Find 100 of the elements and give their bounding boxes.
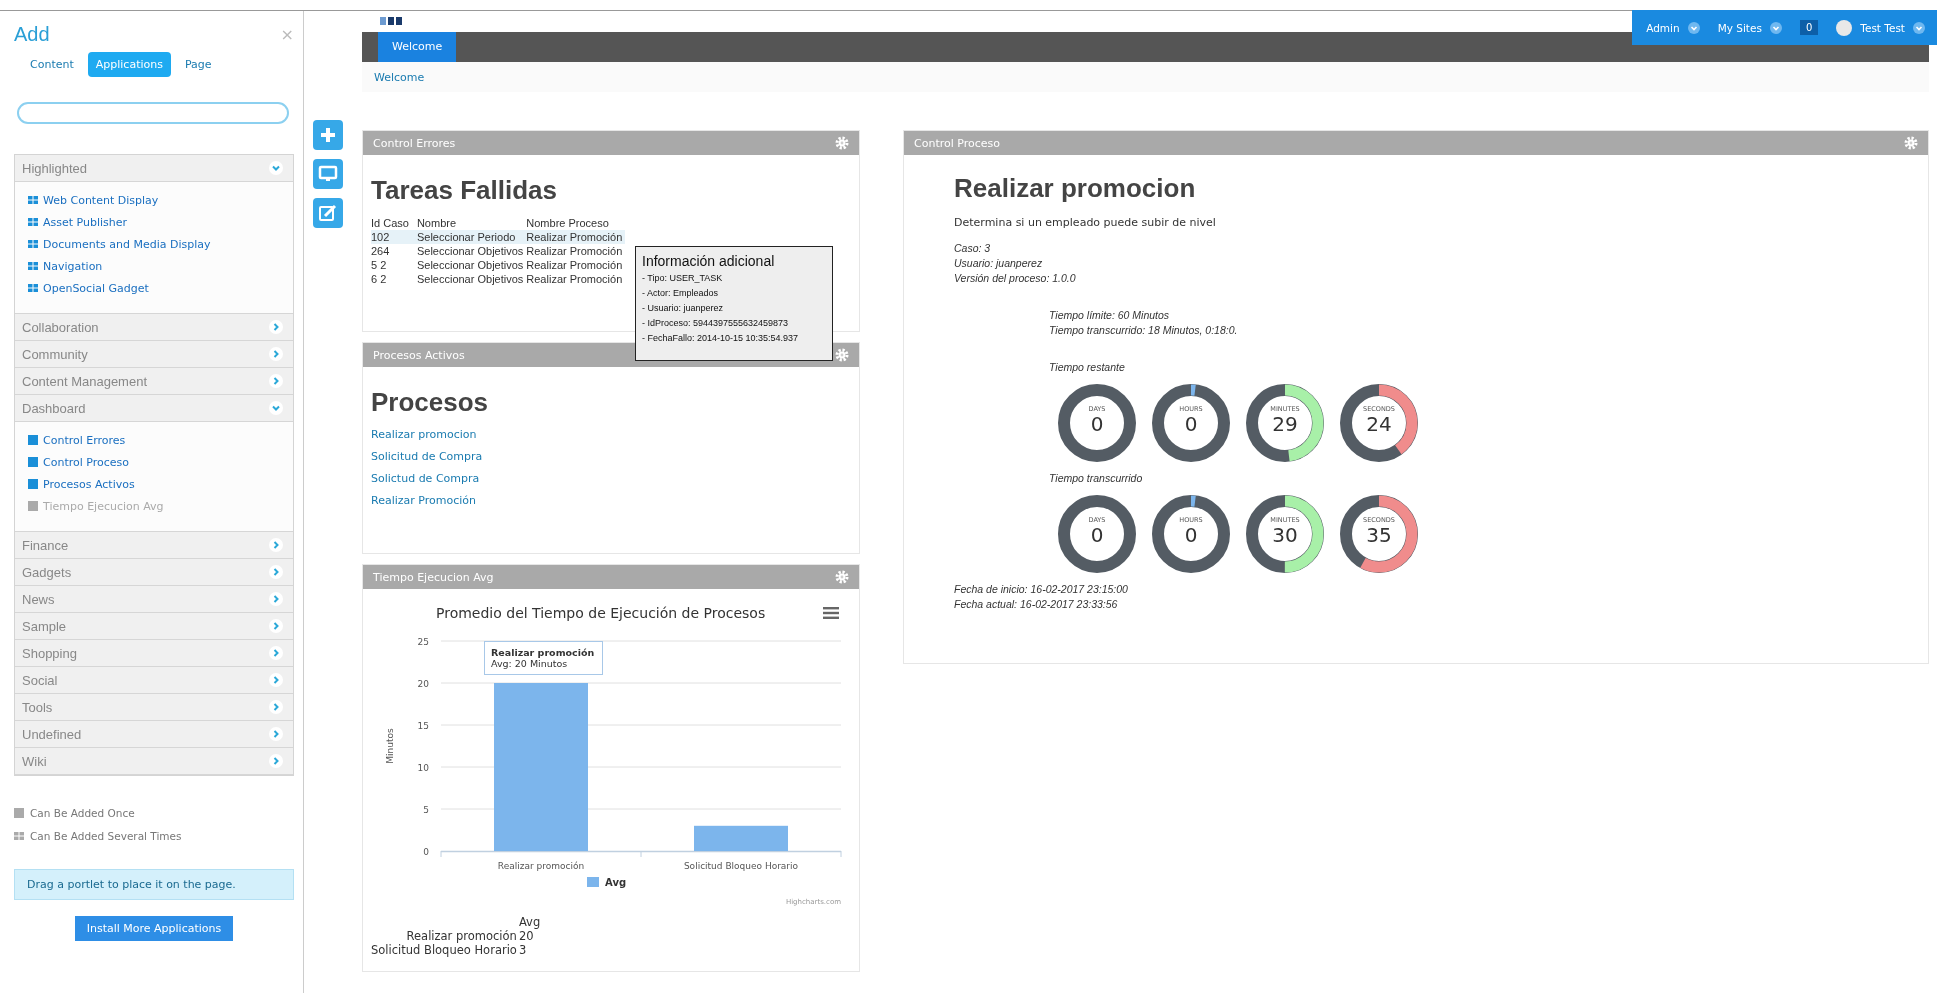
panel-title: Add [14, 23, 50, 46]
legend-label: Can Be Added Once [30, 806, 135, 819]
description-text: Determina si un empleado puede subir de nivel [954, 216, 1217, 229]
axis-category-label: Realizar promoción [497, 861, 585, 871]
menu-link[interactable]: My Sites [1717, 21, 1782, 34]
gear-icon [1904, 136, 1918, 150]
category-header[interactable]: Finance [15, 532, 293, 559]
gear-icon [835, 348, 849, 362]
application-link[interactable]: Navigation [43, 259, 103, 273]
portlet-title: Control Proceso [914, 136, 1000, 150]
table-row[interactable]: 5 2 Seleccionar Objetivos Realizar Promoción [371, 258, 626, 272]
grid-icon [14, 831, 24, 840]
application-link[interactable]: Web Content Display [43, 193, 159, 207]
category-label: Content Management [22, 373, 148, 389]
column-header: Nombre [416, 216, 527, 230]
date-line: Fecha de inicio: 16-02-2017 23:15:00 [954, 582, 1129, 597]
category-label: Shopping [22, 645, 77, 661]
portlet-title: Control Errores [373, 136, 456, 150]
category-header[interactable]: Collaboration [15, 314, 293, 341]
process-link[interactable]: Solicitud de Compra [371, 450, 483, 463]
tab[interactable]: Page [176, 52, 220, 77]
category-header[interactable]: Highlighted [15, 155, 293, 182]
column-header: Id Caso [371, 216, 417, 230]
axis-tick-label: 15 [417, 721, 429, 731]
menu-icon [823, 607, 839, 619]
axis-tick-label: 10 [417, 763, 429, 773]
tooltip-line: - IdProceso: 5944397555632459873 [642, 317, 790, 330]
application-link[interactable]: OpenSocial Gadget [43, 281, 149, 295]
avatar-icon [1836, 19, 1853, 36]
table-row[interactable]: 6 2 Seleccionar Objetivos Realizar Promoción [371, 272, 626, 286]
application-link[interactable]: Procesos Activos [43, 477, 135, 491]
category-label: News [22, 591, 55, 607]
menu-link[interactable]: Admin [1646, 21, 1700, 34]
install-button[interactable]: Install More Applications [74, 916, 234, 941]
category-label: Community [22, 346, 88, 362]
table-row[interactable]: 264 Seleccionar Objetivos Realizar Promoción [371, 244, 626, 258]
square-icon [28, 435, 38, 445]
monitor-button[interactable] [313, 159, 343, 189]
nav-tab[interactable]: Welcome [378, 32, 457, 62]
axis-tick-label: 5 [423, 805, 429, 815]
category-header[interactable]: Sample [15, 613, 293, 640]
grid-icon [28, 196, 38, 204]
legend-item: Avg [587, 877, 627, 888]
dial-value: 0 [1184, 524, 1198, 546]
tooltip-line: - FechaFallo: 2014-10-15 10:35:54.937 [642, 332, 800, 345]
portlet-title: Tiempo Ejecucion Avg [373, 570, 494, 584]
dial-value: 0 [1090, 524, 1104, 546]
category-header[interactable]: Shopping [15, 640, 293, 667]
process-link[interactable]: Realizar promocion [371, 428, 477, 441]
category-header[interactable]: Community [15, 341, 293, 368]
tooltip-text: Avg: 20 Minutos [491, 658, 569, 669]
timer-label: Tiempo transcurrido [1049, 471, 1144, 486]
caret-icon [1769, 21, 1782, 34]
info-line: Usuario: juanperez [954, 256, 1044, 271]
tooltip-title: Información adicional [642, 253, 776, 269]
category-label: Collaboration [22, 319, 99, 335]
category-header[interactable]: Content Management [15, 368, 293, 395]
table-cell-text: Seleccionar Objetivos [416, 272, 525, 286]
tab[interactable]: Applications [87, 52, 171, 77]
application-link: Tiempo Ejecucion Avg [43, 499, 164, 513]
caret-icon [1913, 21, 1925, 34]
category-header[interactable]: Wiki [15, 748, 293, 775]
category-header[interactable]: News [15, 586, 293, 613]
process-link[interactable]: Realizar Promoción [371, 494, 476, 507]
category-label: Gadgets [22, 564, 72, 580]
tab[interactable]: Content [22, 52, 82, 77]
gear-icon [835, 570, 849, 584]
category-label: Finance [22, 537, 69, 553]
table-cell: Seleccionar Objetivos [416, 244, 527, 258]
square-icon [28, 457, 38, 467]
category-header[interactable]: Social [15, 667, 293, 694]
search-field[interactable] [17, 102, 289, 124]
application-link[interactable]: Control Proceso [43, 455, 129, 469]
legend-label: Avg [605, 877, 627, 888]
table-cell-text: Realizar Promoción [526, 272, 624, 286]
edit-button[interactable] [313, 198, 343, 228]
application-link[interactable]: Control Errores [43, 433, 126, 447]
application-link[interactable]: Documents and Media Display [43, 237, 211, 251]
application-link[interactable]: Asset Publisher [43, 215, 128, 229]
category-header[interactable]: Tools [15, 694, 293, 721]
category-label: Highlighted [22, 160, 88, 176]
dial-value: 24 [1366, 413, 1392, 435]
category-header[interactable]: Dashboard [15, 395, 293, 422]
breadcrumb-link[interactable]: Welcome [374, 70, 425, 84]
table-cell: 6 2 [371, 272, 417, 286]
process-link[interactable]: Solictud de Compra [371, 472, 480, 485]
table-cell-text: Realizar Promoción [526, 244, 624, 258]
table-cell-text: Seleccionar Objetivos [416, 258, 525, 272]
category-header[interactable]: Gadgets [15, 559, 293, 586]
notification-count[interactable]: 0 [1799, 20, 1819, 35]
category-header[interactable]: Undefined [15, 721, 293, 748]
add-button[interactable] [313, 120, 343, 150]
table-cell: 264 [371, 244, 417, 258]
dial-value: 0 [1090, 413, 1104, 435]
menu-label: My Sites [1717, 21, 1762, 34]
date-line: Fecha actual: 16-02-2017 23:33:56 [954, 597, 1119, 612]
square-icon [28, 479, 38, 489]
table-cell: Realizar promoción [371, 929, 519, 943]
table-row[interactable]: 102 Seleccionar Periodo Realizar Promoción [371, 230, 626, 244]
user-menu[interactable]: Test Test [1836, 19, 1925, 36]
